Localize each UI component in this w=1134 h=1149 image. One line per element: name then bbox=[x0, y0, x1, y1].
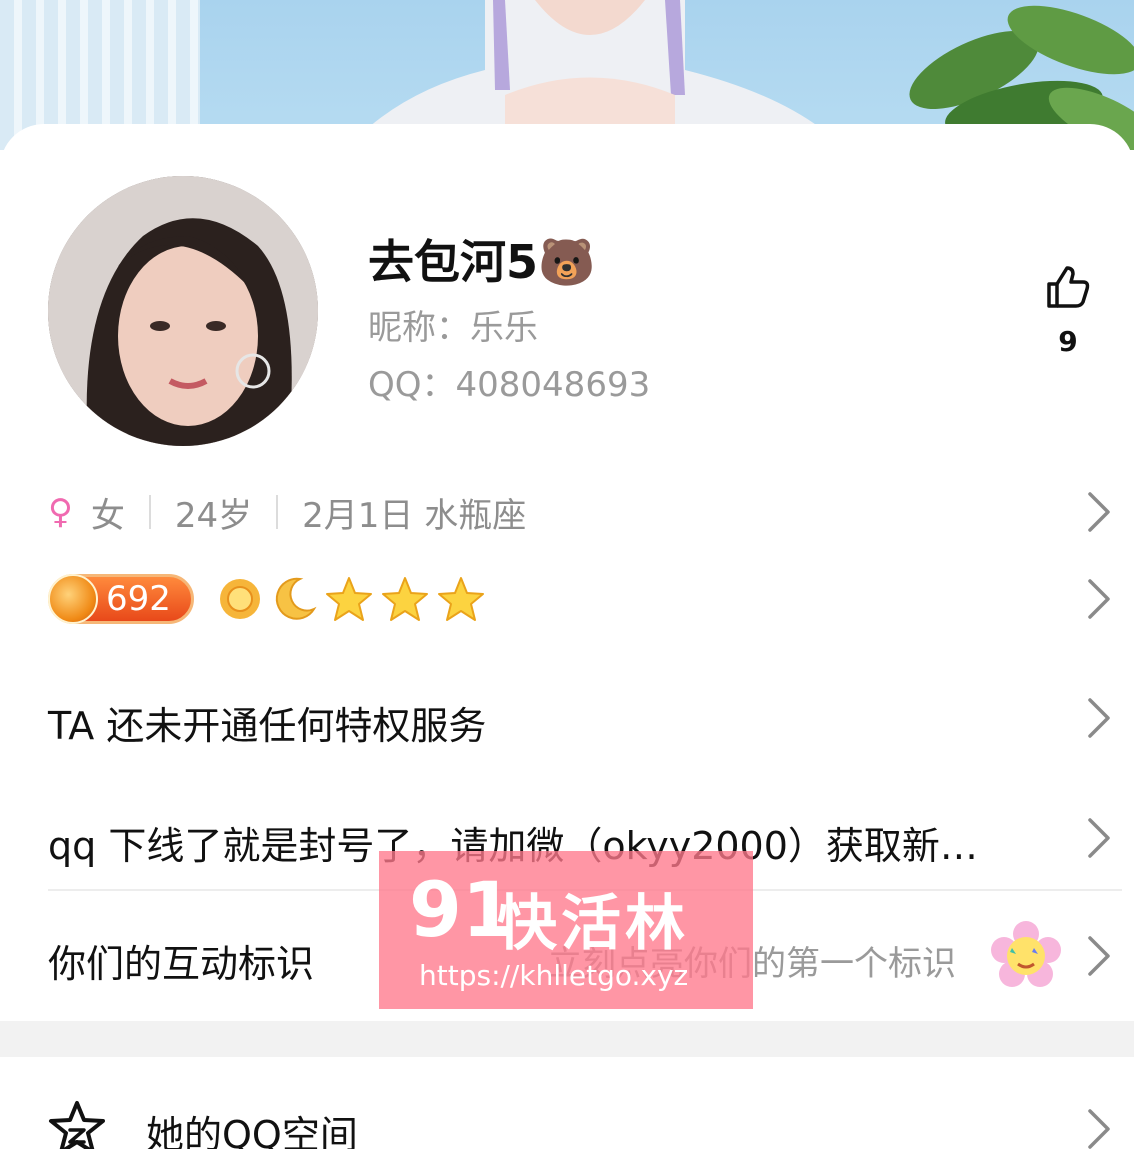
qq-level-row[interactable]: 692 bbox=[48, 572, 486, 626]
chevron-right-icon[interactable] bbox=[1086, 935, 1112, 977]
qzone-link[interactable]: 她的QQ空间 bbox=[146, 1104, 358, 1149]
star-icon bbox=[438, 577, 484, 621]
profile-name: 去包河5🐻 bbox=[368, 226, 595, 292]
chevron-right-icon[interactable] bbox=[1086, 817, 1112, 859]
watermark-title: 快活林 bbox=[497, 889, 689, 959]
bear-emoji-icon: 🐻 bbox=[538, 235, 596, 289]
chevron-right-icon[interactable] bbox=[1086, 1108, 1112, 1149]
birthday-text: 2月1日 水瓶座 bbox=[302, 495, 527, 536]
qq-number[interactable]: QQ：408048693 bbox=[368, 357, 650, 406]
moon-icon bbox=[275, 577, 317, 620]
level-coin-icon bbox=[48, 574, 98, 624]
privilege-row[interactable]: TA 还未开通任何特权服务 bbox=[48, 695, 486, 750]
level-badge: 692 bbox=[48, 574, 194, 624]
divider bbox=[148, 495, 151, 529]
qzone-star-icon bbox=[49, 1101, 105, 1149]
star-icon bbox=[382, 577, 428, 621]
level-icons bbox=[216, 575, 486, 623]
watermark-url: https://khlletgo.xyz bbox=[419, 959, 689, 992]
like-count: 9 bbox=[1058, 325, 1078, 358]
divider bbox=[276, 495, 279, 529]
interaction-label[interactable]: 你们的互动标识 bbox=[48, 933, 314, 988]
watermark: 91 快活林 https://khlletgo.xyz bbox=[379, 851, 753, 1009]
chevron-right-icon[interactable] bbox=[1086, 578, 1112, 620]
chevron-right-icon[interactable] bbox=[1086, 491, 1112, 533]
profile-name-text: 去包河5 bbox=[368, 235, 539, 289]
level-value: 692 bbox=[106, 579, 171, 619]
avatar[interactable] bbox=[48, 176, 318, 446]
section-separator bbox=[0, 1021, 1134, 1057]
chevron-right-icon[interactable] bbox=[1086, 697, 1112, 739]
gender-text: 女 bbox=[90, 495, 125, 536]
nickname: 昵称：乐乐 bbox=[368, 308, 538, 348]
flower-mascot-icon bbox=[991, 921, 1061, 987]
age-text: 24岁 bbox=[174, 495, 253, 536]
star-icon bbox=[326, 577, 372, 621]
female-icon: ♀ bbox=[48, 492, 73, 532]
basic-info-row[interactable]: ♀ 女 24岁 2月1日 水瓶座 bbox=[48, 488, 526, 536]
sun-icon bbox=[220, 579, 260, 619]
avatar-photo bbox=[48, 176, 318, 446]
thumbs-up-icon bbox=[1047, 266, 1090, 308]
